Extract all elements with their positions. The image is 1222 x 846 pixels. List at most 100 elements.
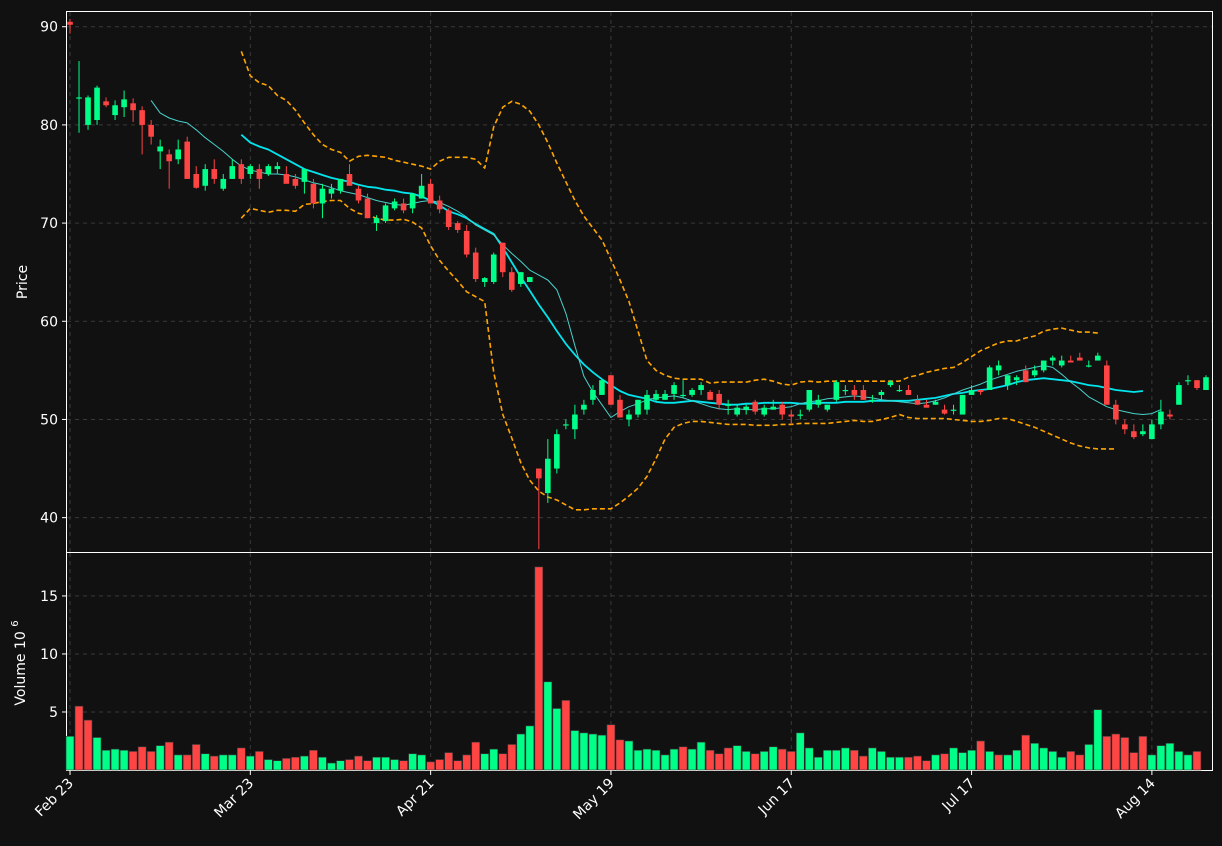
volume-bar — [65, 736, 75, 771]
volume-bar — [886, 756, 895, 771]
candle — [1104, 360, 1110, 405]
candle — [833, 380, 840, 402]
candle — [490, 252, 497, 284]
volume-bar — [768, 746, 778, 771]
volume-bar — [678, 746, 688, 771]
volume-bar — [976, 740, 985, 771]
candle-body — [1194, 380, 1200, 389]
candle-body — [355, 188, 362, 201]
candle-body — [310, 183, 317, 204]
volume-bar — [1165, 743, 1175, 771]
candle-body — [860, 390, 867, 400]
volume-bar — [498, 753, 508, 771]
candle-body — [1058, 360, 1065, 366]
candle — [445, 208, 452, 230]
candle-body — [698, 385, 704, 390]
volume-bar — [1057, 756, 1066, 771]
candle-body — [193, 174, 200, 188]
candle-body — [103, 101, 109, 106]
volume-bar — [588, 733, 598, 771]
volume-bar — [507, 744, 517, 771]
candle-body — [608, 375, 614, 405]
volume-bar — [1048, 751, 1057, 771]
volume-bar — [137, 746, 147, 771]
candle-body — [166, 154, 172, 162]
volume-bar — [660, 754, 670, 771]
volume-bar — [805, 747, 814, 771]
candle-body — [950, 409, 957, 411]
candle-body — [229, 166, 236, 179]
candle-body — [797, 414, 804, 416]
volume-bar — [525, 725, 535, 771]
candle-body — [121, 99, 127, 108]
candle-body — [427, 183, 434, 204]
candle-body — [662, 393, 668, 400]
volume-bar — [1102, 736, 1112, 771]
candle-body — [914, 399, 921, 405]
candle-body — [265, 166, 272, 174]
volume-axis-label-text: Volume — [13, 654, 29, 706]
volume-bar — [155, 745, 165, 771]
candle — [382, 203, 389, 224]
candle — [94, 85, 100, 125]
volume-bar — [651, 749, 661, 771]
candle-body — [1158, 411, 1164, 425]
volume-bar — [1012, 749, 1021, 771]
candle-body — [508, 272, 515, 290]
volume-bar — [723, 747, 733, 771]
candle-body — [680, 394, 686, 397]
volume-bar — [931, 754, 940, 771]
volume-bar — [327, 762, 336, 771]
volume-bar — [164, 741, 174, 771]
volume-bar — [597, 734, 607, 771]
volume-axis-exponent-power: 6 — [10, 620, 21, 626]
candle-body — [1031, 370, 1038, 376]
candle-body — [878, 391, 885, 395]
candle-body — [1013, 377, 1020, 381]
candle-body — [644, 394, 650, 410]
volume-bar — [146, 751, 156, 771]
candle-body — [1167, 414, 1173, 417]
volume-bar — [273, 760, 282, 771]
candle-body — [364, 198, 371, 219]
volume-bar — [435, 759, 444, 771]
candle-body — [436, 200, 443, 210]
candle-body — [1185, 380, 1191, 382]
volume-bar — [823, 749, 832, 771]
volume-bar — [714, 753, 724, 771]
candle-body — [905, 390, 912, 395]
volume-bar — [1066, 751, 1076, 771]
candle-body — [824, 404, 831, 410]
candle-body — [707, 391, 713, 400]
candle-body — [400, 203, 407, 211]
volume-bar — [1039, 747, 1048, 771]
candle-body — [211, 169, 218, 179]
volume-bar — [940, 753, 949, 771]
price-axis-label: Price — [15, 265, 31, 299]
candle-body — [454, 223, 461, 230]
candle-body — [1104, 365, 1110, 405]
candle-body — [409, 193, 416, 209]
volume-bar — [796, 732, 805, 771]
candle-body — [346, 174, 353, 186]
volume-bar — [408, 753, 417, 771]
volume-bar — [1120, 737, 1130, 771]
volume-bar — [309, 749, 318, 771]
candle-body — [554, 434, 560, 469]
volume-bar — [173, 754, 183, 771]
candle-body — [617, 399, 623, 418]
volume-bar — [877, 751, 886, 771]
candle — [608, 375, 614, 405]
candle-body — [734, 407, 740, 415]
volume-bar — [1030, 743, 1039, 771]
candle-body — [1122, 424, 1128, 430]
candle-body — [752, 401, 758, 412]
candle-body — [139, 110, 145, 125]
candle-body — [67, 21, 73, 25]
candle-body — [815, 399, 822, 405]
candle-body — [932, 401, 939, 405]
candle-body — [445, 210, 452, 228]
candle-body — [274, 166, 281, 170]
candle-body — [977, 390, 984, 392]
candle-body — [292, 178, 299, 186]
